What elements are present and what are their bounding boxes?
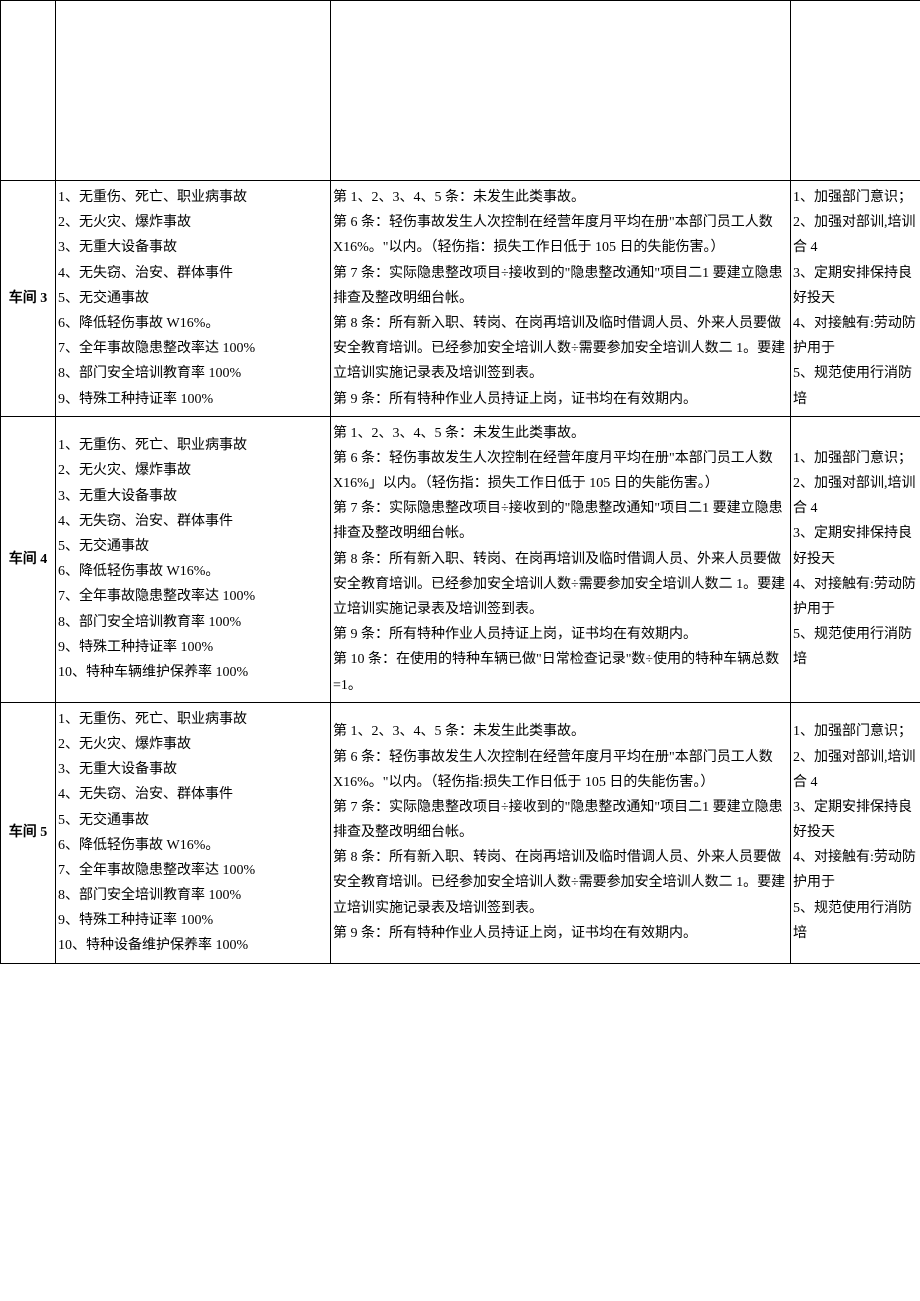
target-item: 9、特殊工种持证率 100% <box>58 387 328 412</box>
target-item: 5、无交通事故 <box>58 534 328 559</box>
criteria-item: 第 1、2、3、4、5 条：未发生此类事故。 <box>333 719 788 744</box>
target-item: 8、部门安全培训教育率 100% <box>58 883 328 908</box>
measure-item: 1、加强部门意识； <box>793 446 918 471</box>
target-item: 6、降低轻伤事故 W16%。 <box>58 559 328 584</box>
criteria-cell: 第 1、2、3、4、5 条：未发生此类事故。第 6 条：轻伤事故发生人次控制在经… <box>331 181 791 417</box>
measure-item: 5、规范使用行消防培 <box>793 622 918 672</box>
target-item: 2、无火灾、爆炸事故 <box>58 458 328 483</box>
criteria-item: 第 9 条：所有特种作业人员持证上岗，证书均在有效期内。 <box>333 622 788 647</box>
target-item: 3、无重大设备事故 <box>58 757 328 782</box>
target-item: 8、部门安全培训教育率 100% <box>58 610 328 635</box>
target-item: 4、无失窃、治安、群体事件 <box>58 782 328 807</box>
target-item: 7、全年事故隐患整改率达 100% <box>58 858 328 883</box>
measure-item: 4、对接触有:劳动防护用于 <box>793 311 918 361</box>
table-row: 车间 41、无重伤、死亡、职业病事故2、无火灾、爆炸事故3、无重大设备事故4、无… <box>1 416 920 702</box>
target-item: 9、特殊工种持证率 100% <box>58 908 328 933</box>
targets-cell: 1、无重伤、死亡、职业病事故2、无火灾、爆炸事故3、无重大设备事故4、无失窃、治… <box>56 416 331 702</box>
criteria-item: 第 6 条：轻伤事故发生人次控制在经营年度月平均在册"本部门员工人数 X16%。… <box>333 210 788 260</box>
measure-item: 4、对接触有:劳动防护用于 <box>793 572 918 622</box>
target-item: 7、全年事故隐患整改率达 100% <box>58 584 328 609</box>
criteria-item: 第 8 条：所有新入职、转岗、在岗再培训及临时借调人员、外来人员要做安全教育培训… <box>333 845 788 921</box>
measure-item: 3、定期安排保持良好投天 <box>793 521 918 571</box>
target-item: 1、无重伤、死亡、职业病事故 <box>58 185 328 210</box>
measure-item: 5、规范使用行消防培 <box>793 896 918 946</box>
targets-cell: 1、无重伤、死亡、职业病事故2、无火灾、爆炸事故3、无重大设备事故4、无失窃、治… <box>56 702 331 963</box>
criteria-item: 第 7 条：实际隐患整改项目÷接收到的"隐患整改通知"项目二1 要建立隐患排查及… <box>333 261 788 311</box>
target-item: 2、无火灾、爆炸事故 <box>58 210 328 235</box>
target-item: 4、无失窃、治安、群体事件 <box>58 509 328 534</box>
measure-item: 2、加强对部训,培训合 4 <box>793 210 918 260</box>
target-item: 10、特种车辆维护保养率 100% <box>58 660 328 685</box>
measures-cell: 1、加强部门意识；2、加强对部训,培训合 43、定期安排保持良好投天4、对接触有… <box>791 416 920 702</box>
target-item: 9、特殊工种持证率 100% <box>58 635 328 660</box>
measure-item: 1、加强部门意识； <box>793 185 918 210</box>
target-item: 10、特种设备维护保养率 100% <box>58 933 328 958</box>
target-item: 5、无交通事故 <box>58 286 328 311</box>
criteria-item: 第 8 条：所有新入职、转岗、在岗再培训及临时借调人员、外来人员要做安全教育培训… <box>333 311 788 387</box>
target-item: 1、无重伤、死亡、职业病事故 <box>58 707 328 732</box>
measure-item: 2、加强对部训,培训合 4 <box>793 745 918 795</box>
criteria-item: 第 8 条：所有新入职、转岗、在岗再培训及临时借调人员、外来人员要做安全教育培训… <box>333 547 788 623</box>
target-item: 2、无火灾、爆炸事故 <box>58 732 328 757</box>
criteria-item: 第 10 条：在使用的特种车辆已做"日常检查记录"数÷使用的特种车辆总数=1。 <box>333 647 788 697</box>
criteria-item: 第 6 条：轻伤事故发生人次控制在经营年度月平均在册"本部门员工人数 X16%。… <box>333 745 788 795</box>
target-item: 3、无重大设备事故 <box>58 484 328 509</box>
table-row: 车间 51、无重伤、死亡、职业病事故2、无火灾、爆炸事故3、无重大设备事故4、无… <box>1 702 920 963</box>
criteria-cell: 第 1、2、3、4、5 条：未发生此类事故。第 6 条：轻伤事故发生人次控制在经… <box>331 702 791 963</box>
criteria-item: 第 1、2、3、4、5 条：未发生此类事故。 <box>333 421 788 446</box>
target-item: 5、无交通事故 <box>58 808 328 833</box>
measure-item: 4、对接触有:劳动防护用于 <box>793 845 918 895</box>
criteria-item: 第 6 条：轻伤事故发生人次控制在经营年度月平均在册"本部门员工人数 X16%」… <box>333 446 788 496</box>
criteria-item: 第 9 条：所有特种作业人员持证上岗，证书均在有效期内。 <box>333 921 788 946</box>
measures-cell: 1、加强部门意识；2、加强对部训,培训合 43、定期安排保持良好投天4、对接触有… <box>791 181 920 417</box>
safety-targets-table: 车间 31、无重伤、死亡、职业病事故2、无火灾、爆炸事故3、无重大设备事故4、无… <box>0 0 920 964</box>
criteria-item: 第 9 条：所有特种作业人员持证上岗，证书均在有效期内。 <box>333 387 788 412</box>
criteria-item: 第 7 条：实际隐患整改项目÷接收到的"隐患整改通知"项目二1 要建立隐患排查及… <box>333 496 788 546</box>
target-item: 3、无重大设备事故 <box>58 235 328 260</box>
criteria-item: 第 1、2、3、4、5 条：未发生此类事故。 <box>333 185 788 210</box>
criteria-cell: 第 1、2、3、4、5 条：未发生此类事故。第 6 条：轻伤事故发生人次控制在经… <box>331 416 791 702</box>
workshop-label: 车间 4 <box>1 416 56 702</box>
measure-item: 1、加强部门意识； <box>793 719 918 744</box>
workshop-label: 车间 3 <box>1 181 56 417</box>
target-item: 6、降低轻伤事故 W16%。 <box>58 833 328 858</box>
criteria-item: 第 7 条：实际隐患整改项目÷接收到的"隐患整改通知"项目二1 要建立隐患排查及… <box>333 795 788 845</box>
spacer-row <box>1 1 920 181</box>
targets-cell: 1、无重伤、死亡、职业病事故2、无火灾、爆炸事故3、无重大设备事故4、无失窃、治… <box>56 181 331 417</box>
target-item: 7、全年事故隐患整改率达 100% <box>58 336 328 361</box>
target-item: 1、无重伤、死亡、职业病事故 <box>58 433 328 458</box>
measures-cell: 1、加强部门意识；2、加强对部训,培训合 43、定期安排保持良好投天4、对接触有… <box>791 702 920 963</box>
measure-item: 5、规范使用行消防培 <box>793 361 918 411</box>
measure-item: 2、加强对部训,培训合 4 <box>793 471 918 521</box>
target-item: 8、部门安全培训教育率 100% <box>58 361 328 386</box>
target-item: 4、无失窃、治安、群体事件 <box>58 261 328 286</box>
measure-item: 3、定期安排保持良好投天 <box>793 261 918 311</box>
workshop-label: 车间 5 <box>1 702 56 963</box>
measure-item: 3、定期安排保持良好投天 <box>793 795 918 845</box>
target-item: 6、降低轻伤事故 W16%。 <box>58 311 328 336</box>
table-row: 车间 31、无重伤、死亡、职业病事故2、无火灾、爆炸事故3、无重大设备事故4、无… <box>1 181 920 417</box>
